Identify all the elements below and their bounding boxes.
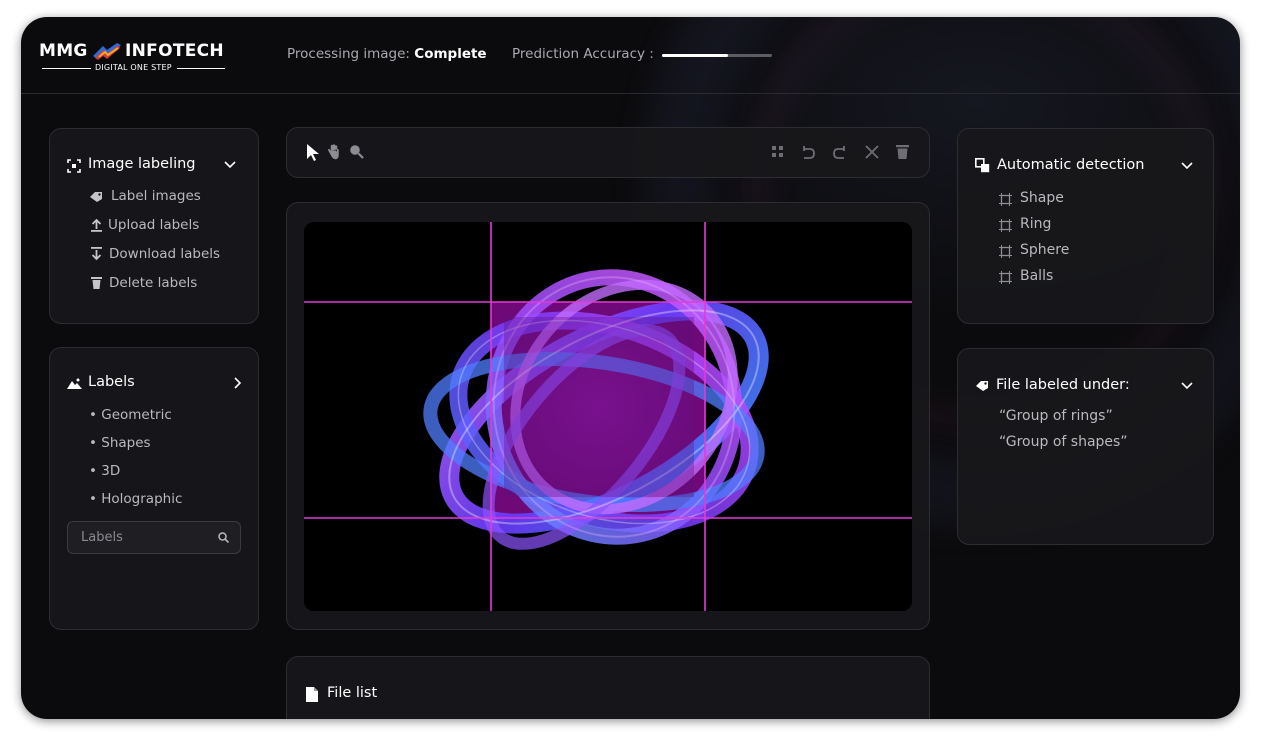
file-list-title: File list [327,685,378,701]
close-icon[interactable] [865,145,879,159]
file-list-panel: File list [286,656,930,719]
brand-underline [42,68,91,69]
bounding-box-icon [999,271,1012,284]
chevron-down-icon[interactable] [1181,380,1193,390]
brand-name-left: MMG [39,41,88,61]
upload-icon [91,218,102,232]
processing-label: Processing image: [287,46,410,62]
download-icon [91,247,102,261]
labels-title: Labels [88,374,135,390]
zoom-icon[interactable] [349,144,364,159]
processing-status: Processing image: Complete [287,46,487,62]
file-icon [306,687,318,702]
hand-icon[interactable] [327,144,341,160]
image-labeling-title: Image labeling [88,156,196,172]
accuracy-progress-bar [662,54,772,57]
labels-search [67,521,241,554]
brand-tagline: DIGITAL ONE STEP [95,63,172,72]
tag-icon [976,381,988,391]
bounding-box-icon [999,245,1012,258]
menu-item-label: Delete labels [109,275,198,291]
chevron-right-icon[interactable] [232,377,242,389]
automatic-detection-panel: Automatic detection Shape Ring Sphere Balls [957,128,1214,324]
chevron-down-icon[interactable] [1181,160,1193,170]
accuracy-label: Prediction Accuracy : [512,46,654,62]
label-item-shapes[interactable]: • Shapes [89,435,151,451]
tool-bar [286,127,930,178]
app-window: MMG INFOTECH DIGITAL ONE STEP Processing… [21,17,1240,719]
holographic-rings-image [304,222,912,611]
trash-icon[interactable] [896,145,909,159]
label-item-3d[interactable]: • 3D [89,463,120,479]
image-landscape-icon [67,378,82,389]
menu-item-label: Label images [111,188,201,204]
menu-item-label: Upload labels [108,217,200,233]
top-bar: MMG INFOTECH DIGITAL ONE STEP Processing… [21,17,1240,94]
search-icon[interactable] [218,532,229,543]
brand-name-right: INFOTECH [125,41,224,61]
grid-icon[interactable] [772,146,784,158]
chevron-down-icon[interactable] [224,159,236,169]
detection-item-ring[interactable]: Ring [1020,216,1051,232]
file-labeled-title: File labeled under: [996,377,1130,393]
file-label-group-of-shapes: “Group of shapes” [999,434,1128,450]
undo-icon[interactable] [801,145,816,159]
bounding-box-icon [999,219,1012,232]
image-canvas[interactable] [304,222,912,611]
image-labeling-panel: Image labeling Label images Upload label… [49,128,259,324]
menu-item-label: Download labels [109,246,221,262]
labels-panel: Labels • Geometric • Shapes • 3D • Holog… [49,347,259,630]
detection-item-shape[interactable]: Shape [1020,190,1064,206]
layers-icon [975,158,990,173]
pointer-icon[interactable] [306,143,321,161]
file-label-group-of-rings: “Group of rings” [999,408,1113,424]
brand-logo[interactable]: MMG INFOTECH DIGITAL ONE STEP [39,41,235,75]
frame-select-icon [67,159,81,173]
trash-icon [91,277,102,289]
detection-item-balls[interactable]: Balls [1020,268,1053,284]
label-item-holographic[interactable]: • Holographic [89,491,182,507]
brand-mark-icon [93,43,121,60]
file-labeled-panel: File labeled under: “Group of rings” “Gr… [957,348,1214,545]
accuracy-progress-fill [662,54,728,57]
automatic-detection-title: Automatic detection [997,157,1145,173]
brand-underline [177,68,225,69]
label-item-geometric[interactable]: • Geometric [89,407,172,423]
image-canvas-panel [286,202,930,630]
redo-icon[interactable] [832,145,847,159]
tag-icon [90,192,102,202]
detection-item-sphere[interactable]: Sphere [1020,242,1069,258]
labels-search-input[interactable] [79,522,213,553]
processing-value: Complete [414,46,487,62]
bounding-box-icon [999,193,1012,206]
